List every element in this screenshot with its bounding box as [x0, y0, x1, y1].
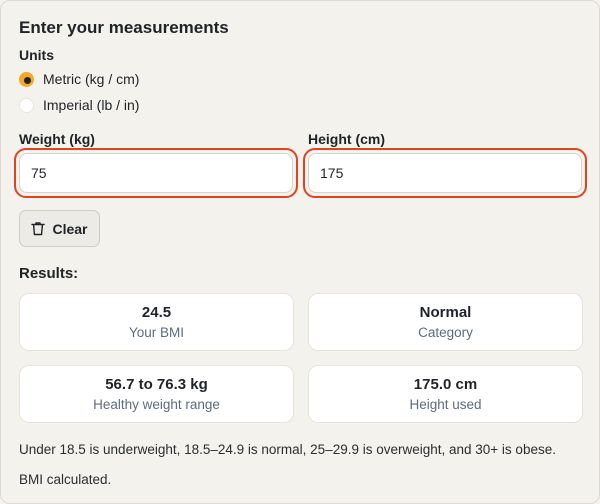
height-used-value: 175.0 cm	[413, 376, 478, 393]
bmi-value: 24.5	[141, 304, 172, 321]
bmi-ranges-note: Under 18.5 is underweight, 18.5–24.9 is …	[19, 442, 556, 457]
form-title: Enter your measurements	[19, 18, 229, 37]
radio-imperial[interactable]: Imperial (lb / in)	[19, 97, 139, 113]
radio-imperial-label: Imperial (lb / in)	[43, 97, 140, 113]
healthy-range-value: 56.7 to 76.3 kg	[105, 376, 208, 393]
result-card-height-used: 175.0 cm Height used	[308, 365, 583, 423]
height-field-highlight	[303, 148, 587, 198]
status-message: BMI calculated.	[19, 472, 112, 487]
healthy-range-caption: Healthy weight range	[93, 397, 220, 412]
category-value: Normal	[419, 304, 472, 321]
result-card-bmi: 24.5 Your BMI	[19, 293, 294, 351]
height-used-caption: Height used	[409, 397, 482, 412]
result-card-healthy-range: 56.7 to 76.3 kg Healthy weight range	[19, 365, 294, 423]
radio-imperial-indicator[interactable]	[19, 97, 34, 113]
bmi-caption: Your BMI	[128, 325, 185, 340]
clear-button-label: Clear	[52, 220, 88, 237]
category-caption: Category	[418, 325, 473, 340]
radio-metric-label: Metric (kg / cm)	[43, 71, 140, 87]
weight-field-highlight	[14, 148, 298, 198]
radio-metric[interactable]: Metric (kg / cm)	[19, 71, 139, 87]
units-label: Units	[19, 47, 54, 63]
trash-icon	[31, 222, 46, 236]
height-input[interactable]	[308, 153, 582, 193]
height-label: Height (cm)	[308, 131, 385, 147]
results-heading: Results:	[19, 265, 79, 282]
weight-input[interactable]	[19, 153, 293, 193]
result-card-category: Normal Category	[308, 293, 583, 351]
radio-metric-indicator[interactable]	[19, 71, 34, 87]
measurements-panel: Enter your measurements Units Metric (kg…	[0, 0, 600, 504]
clear-button[interactable]: Clear	[19, 210, 100, 247]
weight-label: Weight (kg)	[19, 131, 95, 147]
